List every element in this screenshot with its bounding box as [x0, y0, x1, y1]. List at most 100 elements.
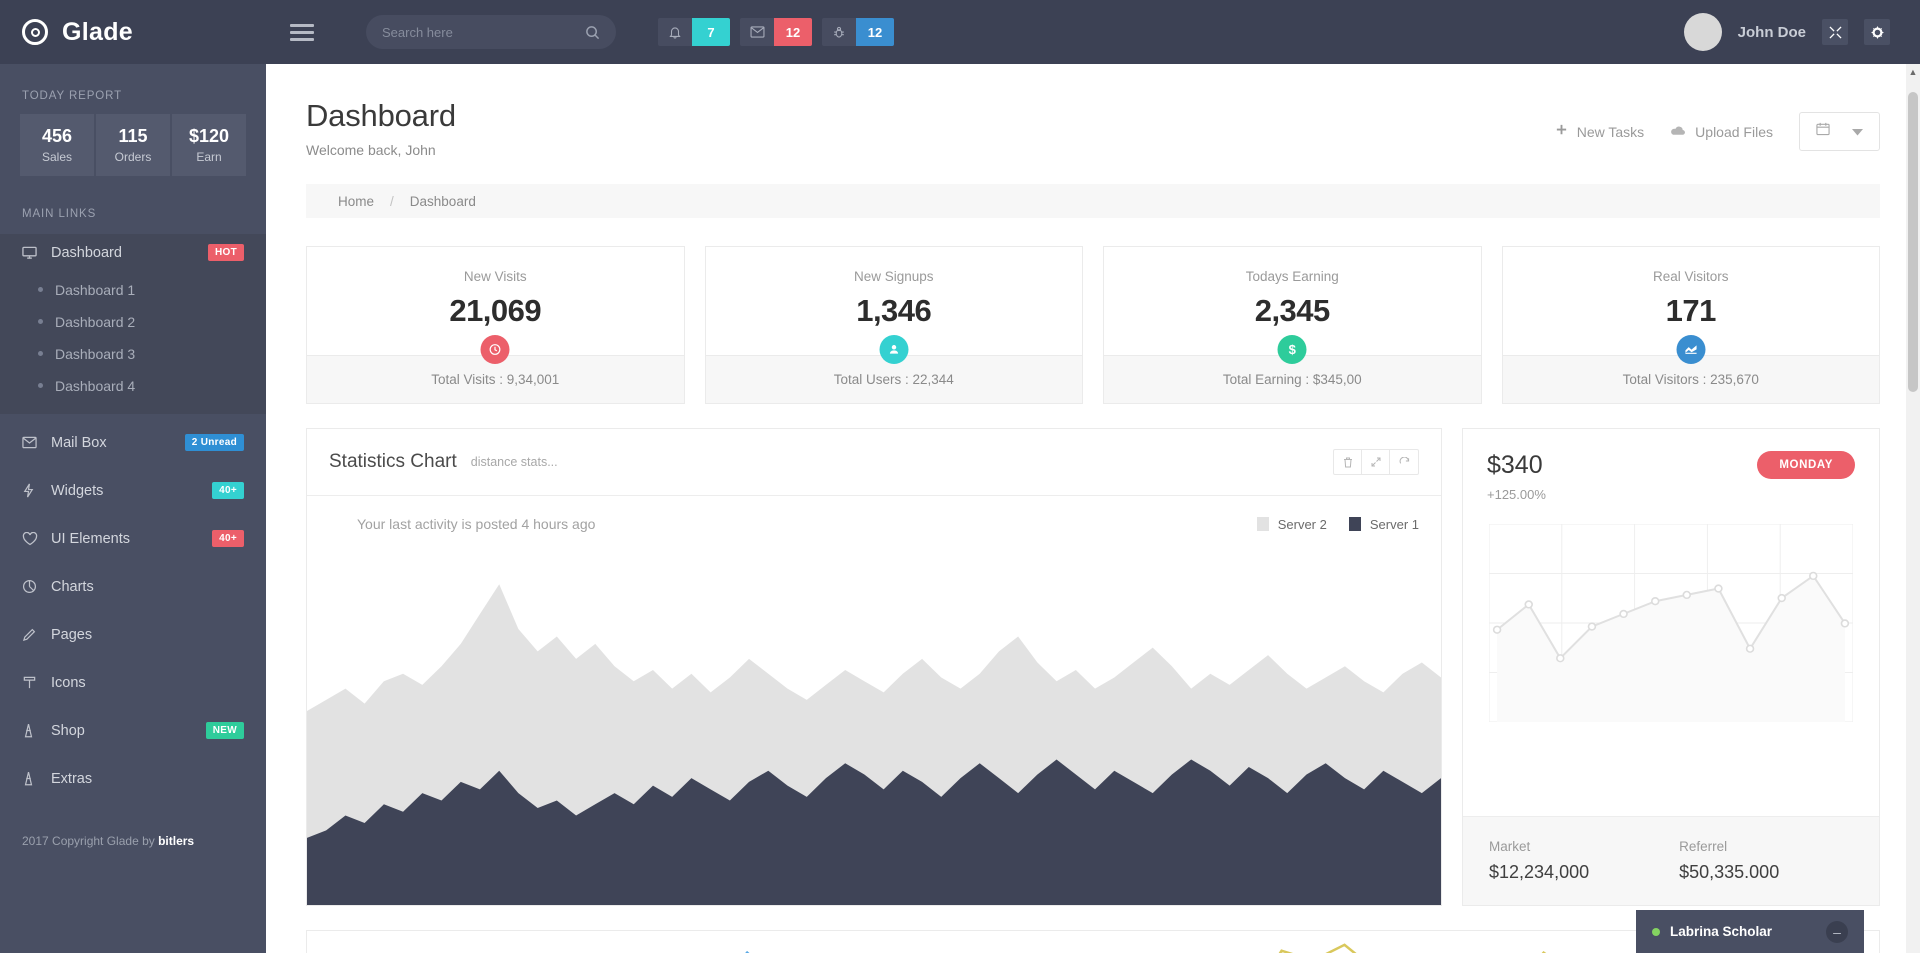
bolt-icon: [22, 483, 39, 498]
today-stat-earn[interactable]: $120 Earn: [172, 114, 246, 176]
sidebar-item-pages[interactable]: Pages: [0, 616, 266, 654]
date-picker[interactable]: [1799, 112, 1880, 151]
bell-icon[interactable]: [658, 18, 692, 46]
search-box[interactable]: [366, 15, 616, 49]
chart-tools: [1333, 449, 1419, 475]
referrel-label: Referrel: [1679, 839, 1728, 854]
stat-card-name: New Visits: [463, 269, 527, 284]
chat-widget[interactable]: Labrina Scholar –: [1636, 910, 1864, 953]
sidebar-item-mail-box[interactable]: Mail Box 2 Unread: [0, 424, 266, 462]
legend-swatch: [1256, 517, 1269, 531]
monday-badge[interactable]: MONDAY: [1757, 451, 1855, 479]
search-input[interactable]: [382, 24, 585, 40]
brand[interactable]: Glade: [0, 0, 266, 64]
clock-icon: [480, 335, 510, 364]
statistics-chart-title: Statistics Chart: [329, 451, 457, 472]
sidebar-item-label: Mail Box: [51, 434, 107, 451]
sidebar-item-dashboard-2[interactable]: Dashboard 2: [0, 306, 266, 338]
scrollbar-thumb[interactable]: [1908, 92, 1918, 392]
stat-card-new-signups[interactable]: New Signups 1,346 Total Users : 22,344: [704, 246, 1083, 404]
sidebar-item-icons[interactable]: Icons: [0, 664, 266, 702]
sidebar-subnav-dashboard: Dashboard 1 Dashboard 2 Dashboard 3 Dash…: [0, 271, 266, 414]
scroll-up-arrow[interactable]: ▲: [1906, 64, 1920, 80]
cloud-upload-icon: [1670, 124, 1686, 140]
breadcrumb-home[interactable]: Home: [338, 194, 374, 209]
chart-legend: Server 2 Server 1: [1256, 517, 1419, 532]
sidebar-item-shop[interactable]: Shop NEW: [0, 712, 266, 750]
today-report-label: TODAY REPORT: [22, 90, 123, 102]
bullet-icon: [38, 383, 43, 389]
stat-card-new-visits[interactable]: New Visits 21,069 Total Visits : 9,34,00…: [306, 246, 685, 404]
avatar[interactable]: [1683, 13, 1722, 51]
legend-item-server1[interactable]: Server 1: [1348, 517, 1419, 532]
sidebar-item-dashboard-3[interactable]: Dashboard 3: [0, 338, 266, 370]
today-stat-label: Earn: [196, 149, 222, 164]
stat-card-real-visitors[interactable]: Real Visitors 171 Total Visitors : 235,6…: [1501, 246, 1880, 404]
menu-toggle-icon[interactable]: [266, 23, 342, 41]
gear-icon[interactable]: [1864, 19, 1890, 45]
sidebar-item-label: Pages: [51, 626, 93, 643]
sidebar-item-ui-elements[interactable]: UI Elements 40+: [0, 520, 266, 558]
bug-icon[interactable]: [822, 18, 856, 46]
market-stat: Market $12,234,000: [1489, 839, 1589, 883]
trash-icon[interactable]: [1334, 450, 1362, 474]
badge-group-messages: 12: [740, 18, 812, 46]
statistics-chart-subtitle: distance stats...: [470, 455, 558, 469]
badge-count-notifications[interactable]: 7: [692, 18, 730, 46]
legend-item-server2[interactable]: Server 2: [1256, 517, 1327, 532]
sidebar-item-dashboard-1[interactable]: Dashboard 1: [0, 274, 266, 306]
dashboard-app: Glade TODAY REPORT 456 Sales 115 Orders …: [0, 0, 1920, 953]
side-panel-chart: [1463, 502, 1879, 722]
sidebar-item-label: Widgets: [51, 482, 104, 499]
sidebar: Glade TODAY REPORT 456 Sales 115 Orders …: [0, 0, 266, 953]
vertical-scrollbar[interactable]: ▲ ▼: [1906, 64, 1920, 953]
area-chart-svg: [307, 584, 1441, 905]
stat-card-todays-earning[interactable]: Todays Earning 2,345 $ Total Earning : $…: [1103, 246, 1482, 404]
copyright-brand[interactable]: bitlers: [158, 834, 194, 848]
search-icon[interactable]: [585, 25, 600, 40]
sidebar-item-label: Charts: [51, 578, 94, 595]
heart-icon: [22, 531, 39, 546]
badge-group-notifications: 7: [658, 18, 730, 46]
chevron-down-icon: [1852, 123, 1863, 141]
user-icon: [879, 335, 909, 364]
bullet-icon: [38, 319, 43, 325]
sidebar-subitem-label: Dashboard 1: [55, 281, 136, 298]
brush-icon: [22, 675, 39, 690]
today-stat-sales[interactable]: 456 Sales: [20, 114, 94, 176]
expand-icon[interactable]: [1362, 450, 1390, 474]
stat-card-value: 1,346: [856, 293, 932, 328]
badge-count-messages[interactable]: 12: [774, 18, 812, 46]
side-panel-amount: $340: [1487, 451, 1543, 479]
today-stat-orders[interactable]: 115 Orders: [96, 114, 170, 176]
online-status-icon: [1652, 927, 1660, 936]
badge-count-bugs[interactable]: 12: [856, 18, 894, 46]
envelope-icon: [22, 436, 39, 449]
referrel-value: $50,335.000: [1679, 862, 1780, 882]
envelope-icon[interactable]: [740, 18, 774, 46]
stat-card-name: New Signups: [853, 269, 934, 284]
expand-icon[interactable]: [1822, 19, 1848, 45]
status-badge: 2 Unread: [184, 434, 244, 452]
sidebar-item-dashboard[interactable]: Dashboard HOT: [0, 233, 266, 272]
sidebar-item-charts[interactable]: Charts: [0, 568, 266, 606]
status-badge: 40+: [212, 530, 244, 548]
new-tasks-label: New Tasks: [1576, 123, 1645, 140]
statistics-chart-panel: Statistics Chart distance stats... Your …: [306, 428, 1442, 906]
sidebar-item-label: Extras: [51, 770, 93, 787]
today-stat-label: Sales: [41, 149, 73, 164]
chart-note-row: Your last activity is posted 4 hours ago…: [307, 496, 1441, 532]
upload-files-button[interactable]: Upload Files: [1670, 124, 1773, 140]
sidebar-item-widgets[interactable]: Widgets 40+: [0, 472, 266, 510]
bullet-icon: [38, 351, 43, 357]
bullet-icon: [38, 287, 43, 293]
user-menu: John Doe: [1683, 13, 1890, 51]
sidebar-item-dashboard-4[interactable]: Dashboard 4: [0, 370, 266, 402]
breadcrumb: Home / Dashboard: [306, 184, 1880, 218]
minus-icon[interactable]: –: [1826, 920, 1848, 943]
user-name[interactable]: John Doe: [1738, 24, 1806, 41]
refresh-icon[interactable]: [1390, 450, 1418, 474]
page-content: Dashboard Welcome back, John New Tasks U…: [266, 64, 1920, 953]
sidebar-item-extras[interactable]: Extras: [0, 760, 266, 798]
new-tasks-button[interactable]: New Tasks: [1555, 124, 1644, 140]
